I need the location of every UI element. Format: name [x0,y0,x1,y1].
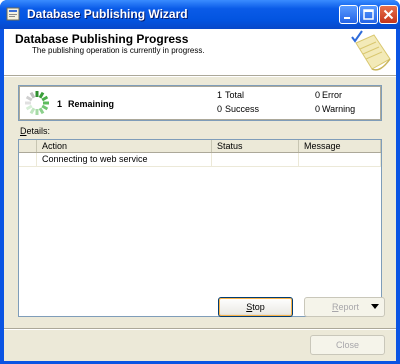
total-label: Total [225,90,245,100]
remaining-count: 1 [57,99,63,109]
window-title: Database Publishing Wizard [27,7,188,21]
page-title: Database Publishing Progress [15,32,189,46]
wizard-scroll-icon [351,30,391,71]
success-count: 0 [216,104,222,114]
close-icon [383,9,394,20]
remaining-label: Remaining [68,99,115,109]
app-icon [6,7,20,21]
table-row[interactable]: Connecting to web service [19,153,381,167]
report-button[interactable]: Report [304,297,385,317]
details-grid[interactable]: Action Status Message Connecting to web … [18,139,382,317]
header-divider [4,75,396,77]
row-selector[interactable] [19,153,37,166]
error-count: 0 [314,90,320,100]
cell-message [299,153,381,166]
column-header-action[interactable]: Action [37,140,212,152]
warning-count: 0 [314,104,320,114]
progress-summary-panel: 1 Remaining 1 Total 0 Success 0 Error 0 … [18,85,382,121]
footer-divider [4,328,396,330]
column-header-message[interactable]: Message [299,140,381,152]
grid-header: Action Status Message [19,140,381,153]
row-header-corner [19,140,37,152]
dropdown-arrow-icon [371,304,379,309]
details-label-rest: etails: [26,126,51,136]
success-label: Success [225,104,260,114]
stop-rest: top [252,302,265,312]
column-header-status[interactable]: Status [212,140,299,152]
page-subtitle: The publishing operation is currently in… [32,46,205,55]
cell-action: Connecting to web service [37,153,212,166]
cell-status [212,153,299,166]
report-rest: eport [338,302,360,312]
stop-button[interactable]: Stop [218,297,293,317]
warning-label: Warning [322,104,356,114]
details-label: Details: [20,126,50,136]
error-label: Error [322,90,342,100]
wizard-window: Database Publishing Wizard Database Publ… [0,0,400,364]
title-bar[interactable]: Database Publishing Wizard [0,0,400,29]
minimize-icon [344,17,350,19]
minimize-button[interactable] [339,5,358,24]
total-count: 1 [216,90,222,100]
wizard-header: Database Publishing Progress The publish… [4,29,396,75]
dialog-client-area: Database Publishing Progress The publish… [4,29,396,361]
maximize-icon [363,9,374,20]
close-window-button[interactable] [379,5,398,24]
close-button[interactable]: Close [310,335,385,355]
progress-spinner-icon [25,91,49,115]
maximize-button[interactable] [359,5,378,24]
